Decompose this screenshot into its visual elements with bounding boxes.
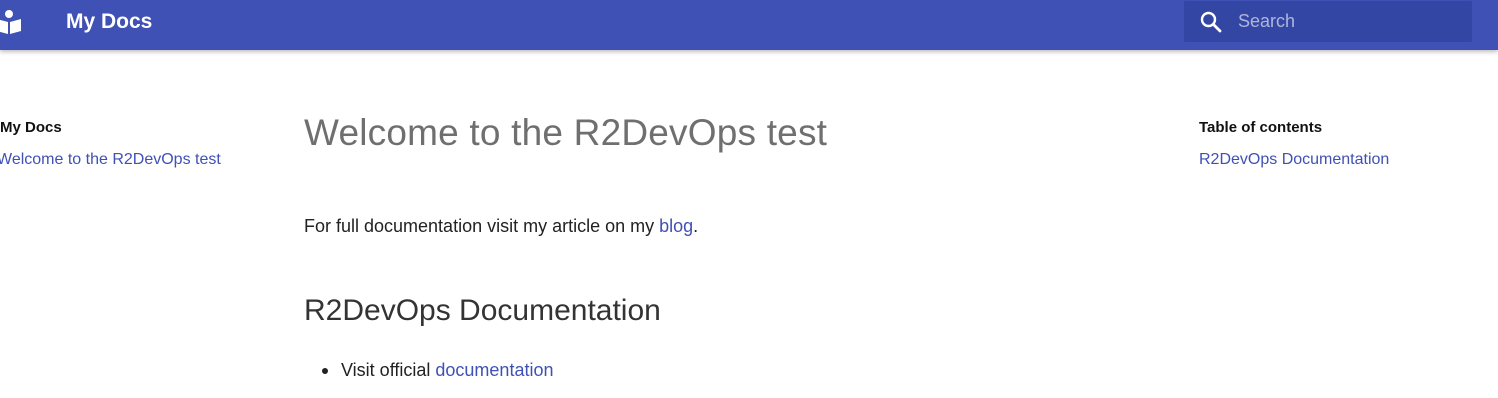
section-title: R2DevOps Documentation (304, 294, 661, 327)
search-box[interactable] (1184, 1, 1472, 42)
blog-link[interactable]: blog (659, 216, 693, 236)
search-icon[interactable] (1199, 10, 1223, 34)
section-list: Visit official documentation (322, 360, 553, 381)
nav-title: My Docs (0, 119, 62, 136)
site-title[interactable]: My Docs (66, 10, 152, 34)
toc-title: Table of contents (1199, 119, 1323, 136)
book-reader-icon[interactable] (0, 9, 22, 35)
list-item: Visit official documentation (322, 360, 553, 381)
search-input[interactable] (1238, 1, 1463, 42)
intro-text: For full documentation visit my article … (304, 216, 660, 236)
intro-paragraph: For full documentation visit my article … (304, 216, 698, 237)
nav-item-welcome[interactable]: Welcome to the R2DevOps test (0, 151, 221, 169)
documentation-link[interactable]: documentation (435, 360, 553, 380)
intro-period: . (693, 216, 699, 236)
list-item-text: Visit official (341, 360, 436, 380)
bullet-icon (322, 368, 328, 374)
toc-item-r2devops-documentation[interactable]: R2DevOps Documentation (1199, 151, 1389, 169)
page-title: Welcome to the R2DevOps test (304, 112, 828, 153)
header-bar: My Docs (0, 0, 1498, 50)
